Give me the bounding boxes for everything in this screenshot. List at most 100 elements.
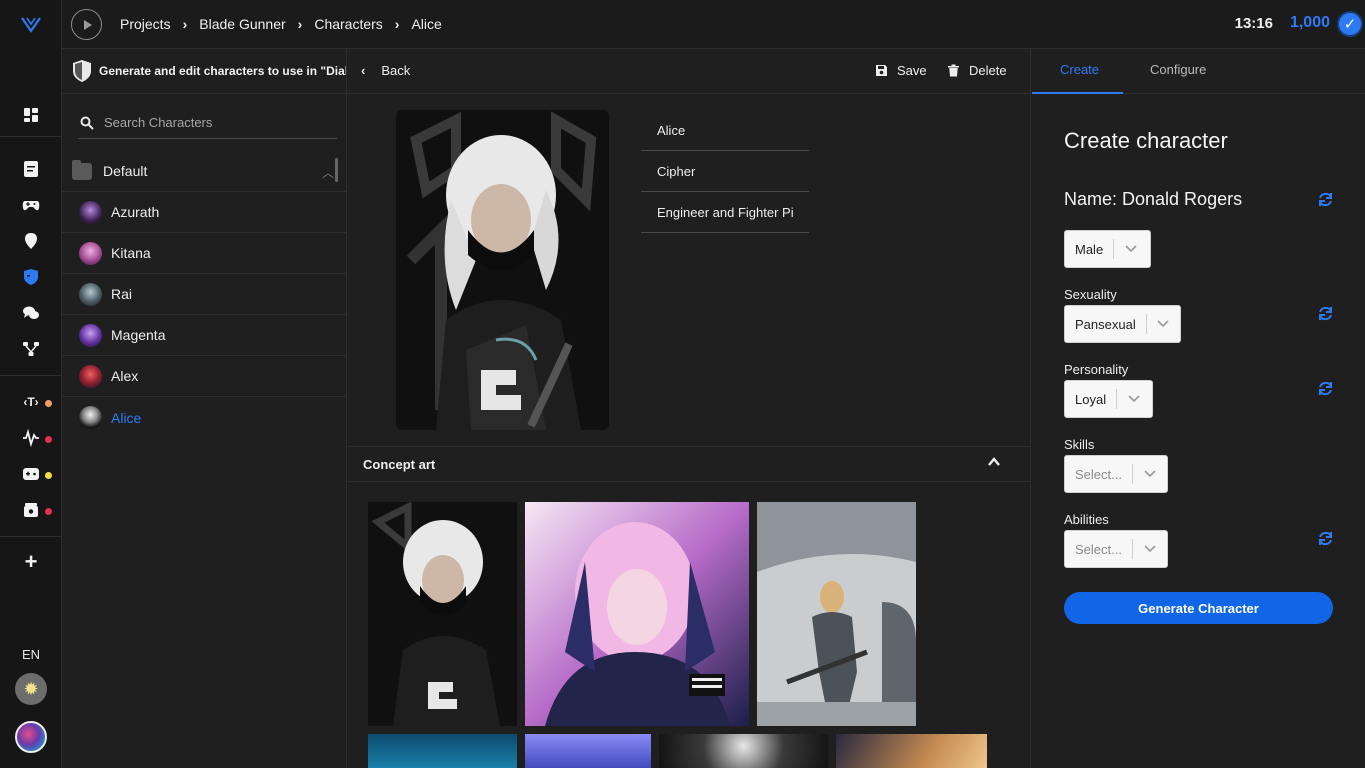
dashboard-icon[interactable] xyxy=(19,103,43,127)
list-item[interactable]: Azurath xyxy=(62,192,346,233)
concept-art-thumbnail[interactable] xyxy=(525,734,651,768)
sexuality-select[interactable]: Pansexual xyxy=(1064,305,1181,343)
gender-select[interactable]: Male xyxy=(1064,230,1151,268)
refresh-icon[interactable] xyxy=(1317,530,1334,547)
chevron-up-icon[interactable] xyxy=(987,455,1001,469)
breadcrumb-projects[interactable]: Projects xyxy=(120,16,171,32)
save-button[interactable]: Save xyxy=(875,63,927,78)
location-pin-icon[interactable] xyxy=(19,229,43,253)
avatar xyxy=(79,241,102,265)
concept-art-header[interactable]: Concept art xyxy=(347,446,1030,482)
personality-label: Personality xyxy=(1064,362,1129,377)
top-bar: Projects › Blade Gunner › Characters › A… xyxy=(62,0,1365,49)
create-panel: Create Configure Create character Name: … xyxy=(1032,49,1365,768)
gear-icon[interactable]: ✹ xyxy=(15,673,47,705)
chevron-down-icon xyxy=(1147,320,1180,328)
delete-button[interactable]: Delete xyxy=(947,63,1007,78)
list-item[interactable]: Magenta xyxy=(62,315,346,356)
generate-character-button[interactable]: Generate Character xyxy=(1064,592,1333,624)
character-name: Alex xyxy=(111,368,139,384)
refresh-icon[interactable] xyxy=(1317,380,1334,397)
personality-value: Loyal xyxy=(1075,391,1107,407)
credits-count[interactable]: 1,000 xyxy=(1290,14,1330,32)
search-box[interactable] xyxy=(78,107,337,139)
avatar xyxy=(79,364,102,388)
chevron-down-icon xyxy=(1117,395,1151,403)
floppy-disk-icon xyxy=(876,65,887,76)
play-icon[interactable] xyxy=(71,9,102,40)
list-item[interactable]: Alex xyxy=(62,356,346,397)
checkmark-badge-icon[interactable]: ✓ xyxy=(1337,11,1363,37)
status-dot xyxy=(45,508,52,515)
tab-create[interactable]: Create xyxy=(1060,62,1099,77)
node-graph-icon[interactable] xyxy=(19,337,43,361)
folder-default[interactable]: Default ︿ xyxy=(62,151,346,192)
tab-bar: Create Configure xyxy=(1032,49,1365,94)
character-name: Alice xyxy=(111,409,142,426)
panel-header: Generate and edit characters to use in "… xyxy=(62,49,346,94)
search-input[interactable] xyxy=(104,115,304,130)
concept-art-thumbnail[interactable] xyxy=(368,734,517,768)
app-rail: ‹T› + EN ✹ xyxy=(0,0,62,768)
save-label: Save xyxy=(897,63,927,78)
game-controller-icon[interactable] xyxy=(19,462,43,486)
box-icon[interactable] xyxy=(19,498,43,522)
chevron-right-icon: › xyxy=(182,16,188,32)
list-item[interactable]: Rai xyxy=(62,274,346,315)
chevron-down-icon xyxy=(1133,470,1167,478)
chat-bubbles-icon[interactable] xyxy=(19,301,43,325)
concept-art-thumbnail[interactable] xyxy=(659,734,828,768)
app-logo-icon[interactable] xyxy=(20,13,42,35)
chevron-right-icon: › xyxy=(394,16,400,32)
character-portrait[interactable] xyxy=(396,110,609,430)
concept-art-thumbnail[interactable] xyxy=(525,502,749,726)
avatar xyxy=(79,282,102,306)
delete-label: Delete xyxy=(969,63,1007,78)
waveform-icon[interactable] xyxy=(19,426,43,450)
abilities-select[interactable]: Select... xyxy=(1064,530,1168,568)
back-label: Back xyxy=(381,63,411,78)
gamepad-icon[interactable] xyxy=(19,193,43,217)
language-selector[interactable]: EN xyxy=(0,647,62,662)
back-button[interactable]: ‹ Back xyxy=(361,63,410,78)
concept-art-thumbnail[interactable] xyxy=(368,502,517,726)
document-icon[interactable] xyxy=(19,157,43,181)
character-editor: ‹ Back Save Delete Alice Cipher Engineer… xyxy=(347,49,1031,768)
scrollbar[interactable] xyxy=(335,158,338,182)
skills-placeholder: Select... xyxy=(1075,466,1122,482)
active-tab-indicator xyxy=(1032,92,1123,94)
character-name: Kitana xyxy=(111,245,151,261)
sexuality-value: Pansexual xyxy=(1075,316,1136,332)
character-name: Magenta xyxy=(111,327,166,343)
trash-icon xyxy=(948,64,959,77)
concept-art-thumbnail[interactable] xyxy=(836,734,987,768)
concept-art-thumbnail[interactable] xyxy=(757,502,916,726)
character-role-field[interactable]: Engineer and Fighter Pi xyxy=(641,192,809,233)
list-item[interactable]: Kitana xyxy=(62,233,346,274)
shield-mask-icon[interactable] xyxy=(19,265,43,289)
gender-value: Male xyxy=(1075,241,1104,257)
character-name-field[interactable]: Alice xyxy=(641,110,809,151)
panel-title: Create character xyxy=(1064,128,1228,153)
character-alias-field[interactable]: Cipher xyxy=(641,151,809,192)
plus-icon[interactable]: + xyxy=(19,549,43,574)
breadcrumb-characters[interactable]: Characters xyxy=(314,16,382,32)
panel-description: Generate and edit characters to use in "… xyxy=(99,64,346,78)
text-tag-icon[interactable]: ‹T› xyxy=(19,390,43,414)
personality-select[interactable]: Loyal xyxy=(1064,380,1153,418)
character-name: Rai xyxy=(111,286,133,302)
status-dot xyxy=(45,472,52,479)
skills-select[interactable]: Select... xyxy=(1064,455,1168,493)
list-item-selected[interactable]: Alice xyxy=(62,397,346,438)
chevron-right-icon: › xyxy=(297,16,303,32)
chevron-up-icon[interactable]: ︿ xyxy=(322,164,334,181)
refresh-icon[interactable] xyxy=(1317,305,1334,322)
generated-name: Name: Donald Rogers xyxy=(1064,189,1243,209)
refresh-icon[interactable] xyxy=(1317,191,1334,208)
tab-configure[interactable]: Configure xyxy=(1150,62,1206,77)
character-fields: Alice Cipher Engineer and Fighter Pi xyxy=(641,110,809,233)
user-avatar[interactable] xyxy=(15,721,47,753)
breadcrumb-project[interactable]: Blade Gunner xyxy=(199,16,285,32)
skills-label: Skills xyxy=(1064,437,1095,452)
character-list-panel: Generate and edit characters to use in "… xyxy=(62,49,347,768)
